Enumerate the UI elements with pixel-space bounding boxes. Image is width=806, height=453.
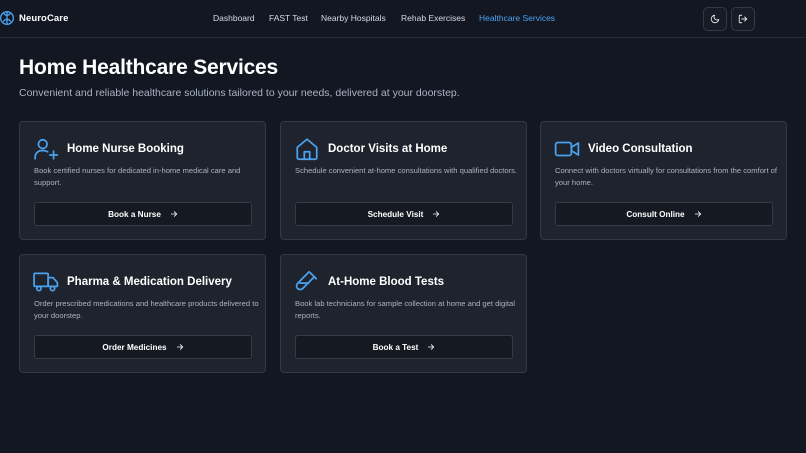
logout-icon bbox=[738, 14, 748, 24]
card-title: Pharma & Medication Delivery bbox=[67, 276, 232, 288]
card-description: Connect with doctors virtually for consu… bbox=[555, 166, 777, 187]
card-title: Doctor Visits at Home bbox=[328, 143, 448, 155]
nav-item-nearby-hospitals[interactable]: Nearby Hospitals bbox=[321, 13, 386, 23]
nav-item-healthcare-services[interactable]: Healthcare Services bbox=[479, 13, 555, 23]
home-icon bbox=[296, 138, 318, 161]
page-subtitle: Convenient and reliable healthcare solut… bbox=[19, 87, 460, 99]
button-label: Consult Online bbox=[626, 209, 685, 219]
main-nav: Dashboard FAST Test Nearby Hospitals Reh… bbox=[0, 13, 806, 27]
order-medicines-button[interactable]: Order Medicines bbox=[34, 335, 252, 359]
arrow-right-icon bbox=[176, 344, 183, 350]
test-tube-icon bbox=[295, 270, 318, 291]
arrow-right-icon bbox=[694, 211, 701, 217]
button-label: Book a Test bbox=[372, 342, 419, 352]
user-plus-icon bbox=[34, 138, 59, 160]
consult-online-button[interactable]: Consult Online bbox=[555, 202, 773, 226]
card-title: Video Consultation bbox=[588, 143, 693, 155]
schedule-visit-button[interactable]: Schedule Visit bbox=[295, 202, 513, 226]
button-label: Book a Nurse bbox=[108, 209, 161, 219]
card-description: Book certified nurses for dedicated in-h… bbox=[34, 166, 241, 187]
arrow-right-icon bbox=[170, 211, 177, 217]
nav-item-rehab-exercises[interactable]: Rehab Exercises bbox=[401, 13, 465, 23]
service-card-blood-tests: At-Home Blood Tests Book lab technicians… bbox=[280, 254, 527, 373]
book-test-button[interactable]: Book a Test bbox=[295, 335, 513, 359]
page-title: Home Healthcare Services bbox=[19, 56, 279, 79]
moon-icon bbox=[710, 14, 720, 24]
button-label: Order Medicines bbox=[102, 342, 167, 352]
top-navbar: NeuroCare Dashboard FAST Test Nearby Hos… bbox=[0, 0, 806, 38]
card-title: Home Nurse Booking bbox=[67, 143, 184, 155]
arrow-right-icon bbox=[433, 211, 440, 217]
logout-button[interactable] bbox=[731, 7, 755, 31]
arrow-right-icon bbox=[428, 344, 435, 350]
card-description: Order prescribed medications and healthc… bbox=[34, 299, 259, 320]
service-card-video-consultation: Video Consultation Connect with doctors … bbox=[540, 121, 787, 240]
book-nurse-button[interactable]: Book a Nurse bbox=[34, 202, 252, 226]
video-icon bbox=[554, 141, 580, 157]
service-card-home-nurse: Home Nurse Booking Book certified nurses… bbox=[19, 121, 266, 240]
card-description: Schedule convenient at-home consultation… bbox=[295, 166, 518, 175]
card-title: At-Home Blood Tests bbox=[328, 276, 445, 288]
service-card-pharma-delivery: Pharma & Medication Delivery Order presc… bbox=[19, 254, 266, 373]
card-description: Book lab technicians for sample collecti… bbox=[295, 299, 515, 320]
service-card-doctor-visits: Doctor Visits at Home Schedule convenien… bbox=[280, 121, 527, 240]
theme-toggle-button[interactable] bbox=[703, 7, 727, 31]
button-label: Schedule Visit bbox=[367, 209, 424, 219]
nav-item-fast-test[interactable]: FAST Test bbox=[269, 13, 308, 23]
truck-icon bbox=[33, 272, 59, 292]
nav-item-dashboard[interactable]: Dashboard bbox=[213, 13, 255, 23]
